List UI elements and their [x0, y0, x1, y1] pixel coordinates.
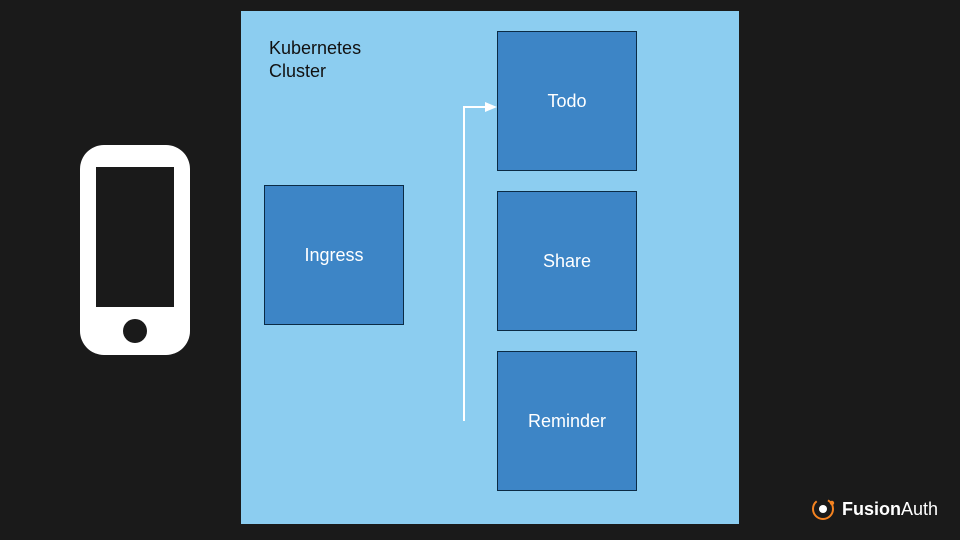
mobile-phone-icon — [80, 145, 190, 355]
diagram-stage: Kubernetes Cluster Ingress Todo Share Re… — [0, 0, 960, 540]
reminder-box: Reminder — [497, 351, 637, 491]
routing-arrow — [439, 95, 499, 435]
kubernetes-cluster-container: Kubernetes Cluster Ingress Todo Share Re… — [240, 10, 740, 525]
brand-name-bold: Fusion — [842, 499, 901, 520]
todo-label: Todo — [547, 91, 586, 112]
fusionauth-logo-icon — [810, 496, 836, 522]
ingress-label: Ingress — [304, 245, 363, 266]
cluster-label: Kubernetes Cluster — [269, 37, 361, 82]
reminder-label: Reminder — [528, 411, 606, 432]
share-box: Share — [497, 191, 637, 331]
brand-name-light: Auth — [901, 499, 938, 520]
share-label: Share — [543, 251, 591, 272]
ingress-box: Ingress — [264, 185, 404, 325]
todo-box: Todo — [497, 31, 637, 171]
fusionauth-brand: FusionAuth — [810, 496, 938, 522]
